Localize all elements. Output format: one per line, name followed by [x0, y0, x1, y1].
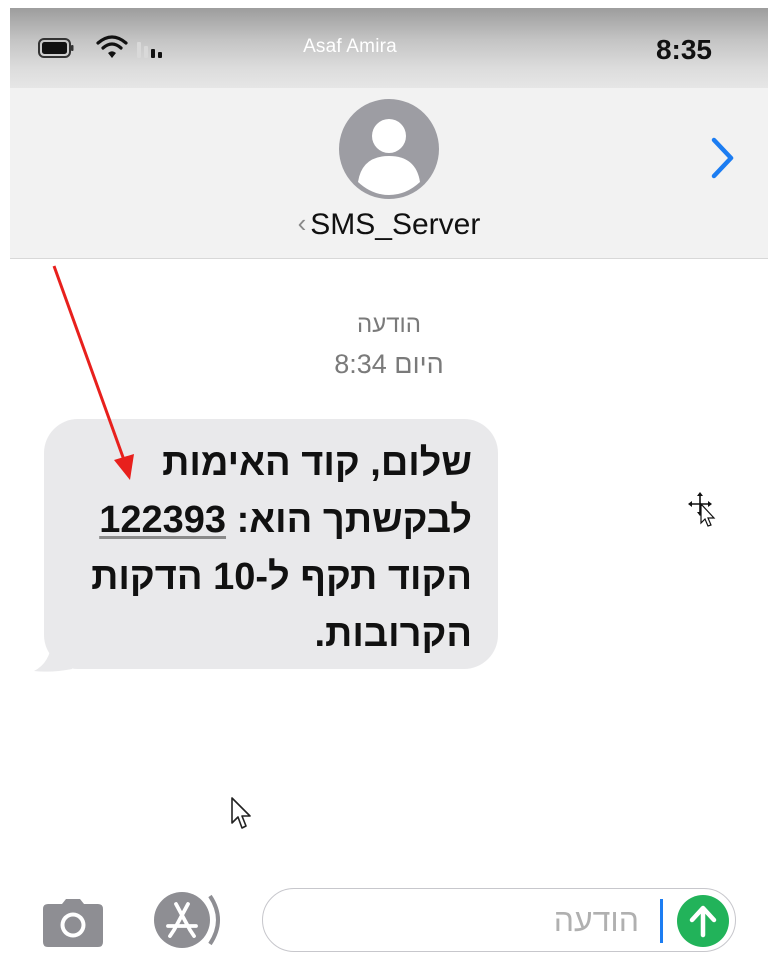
message-input[interactable]: הודעה	[262, 888, 736, 952]
chevron-right-icon[interactable]	[708, 136, 736, 180]
message-input-placeholder: הודעה	[553, 902, 639, 938]
text-caret	[660, 899, 663, 943]
message-line: הקוד תקף ל-10 הדקות	[91, 556, 472, 598]
compose-bar: הודעה	[10, 866, 768, 958]
avatar-icon[interactable]	[338, 98, 440, 200]
message-type-label: הודעה	[357, 311, 421, 338]
message-line: לבקשתך הוא: 122393	[70, 492, 472, 549]
status-bar: Asaf Amira 8:35	[10, 8, 768, 88]
phone-screen: Asaf Amira 8:35 ‹ SMS_Server הודעה היום 8…	[10, 8, 768, 958]
carrier-name: Asaf Amira	[303, 36, 397, 57]
message-line: שלום, קוד האימות	[162, 442, 472, 484]
message-line: הקרובות.	[314, 613, 472, 655]
contact-title[interactable]: ‹ SMS_Server	[10, 208, 768, 242]
message-text: שלום, קוד האימות לבקשתך הוא: 122393 הקוד…	[70, 435, 472, 663]
verification-code-link[interactable]: 122393	[99, 499, 226, 541]
message-timestamp: היום 8:34	[334, 349, 444, 379]
conversation-header: ‹ SMS_Server	[10, 88, 768, 259]
contact-chevron: ‹	[297, 208, 307, 238]
message-code-prefix: לבקשתך הוא:	[226, 499, 472, 541]
contact-name: SMS_Server	[310, 208, 481, 241]
message-thread[interactable]: הודעה היום 8:34 שלום, קוד האימות לבקשתך …	[10, 259, 768, 859]
send-arrow-icon[interactable]	[677, 895, 729, 947]
status-time: 8:35	[655, 34, 712, 65]
mouse-pointer-icon	[231, 797, 251, 829]
app-store-icon[interactable]	[150, 890, 226, 950]
message-bubble[interactable]: שלום, קוד האימות לבקשתך הוא: 122393 הקוד…	[44, 419, 498, 669]
move-cursor-icon	[688, 492, 716, 527]
camera-icon[interactable]	[42, 898, 104, 948]
